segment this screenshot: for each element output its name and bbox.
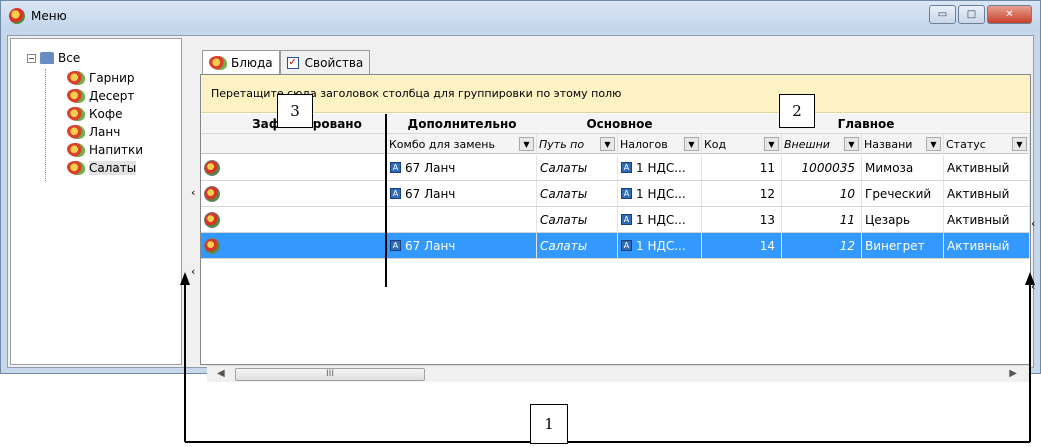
callout-label: 1 xyxy=(544,415,554,433)
callout-label: 3 xyxy=(290,102,300,120)
arrow-right-head xyxy=(1025,272,1035,285)
callout-label: 2 xyxy=(792,102,802,120)
callout-3: 3 xyxy=(277,94,313,128)
arrow-left-head xyxy=(180,272,190,285)
callout-2: 2 xyxy=(779,94,815,128)
callout-1: 1 xyxy=(530,404,568,444)
annotation-arrows xyxy=(180,272,1035,443)
